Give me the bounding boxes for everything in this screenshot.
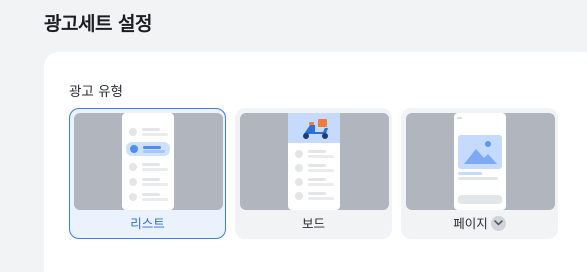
image-placeholder-icon	[457, 117, 502, 204]
page-preview	[406, 113, 555, 210]
list-row	[129, 192, 168, 202]
chevron-down-icon[interactable]	[490, 216, 506, 231]
list-row	[295, 149, 334, 159]
list-preview	[74, 113, 223, 210]
ad-type-section-label: 광고 유형	[69, 84, 123, 100]
ad-type-card-board[interactable]: 보드	[235, 108, 392, 239]
ad-type-label-wrapper: 페이지	[402, 213, 557, 232]
list-row	[129, 177, 168, 187]
board-preview	[240, 113, 389, 210]
list-row-highlighted	[126, 142, 170, 156]
ad-type-label: 페이지	[453, 216, 488, 231]
scooter-icon	[288, 113, 340, 143]
ad-type-card-page[interactable]: 페이지	[401, 108, 558, 239]
phone-mockup	[288, 113, 340, 210]
ad-type-label: 보드	[301, 216, 325, 231]
ad-type-card-list[interactable]: 리스트	[69, 108, 226, 239]
settings-panel: 광고 유형 리스트 보드 페이지	[44, 52, 587, 272]
ad-type-label: 리스트	[130, 216, 165, 231]
page-title: 광고세트 설정	[44, 13, 153, 35]
phone-mockup	[454, 113, 506, 210]
list-row	[295, 163, 334, 173]
phone-mockup	[122, 113, 174, 210]
list-row	[129, 162, 168, 172]
list-row	[295, 177, 334, 187]
list-row	[129, 127, 168, 137]
list-row	[295, 191, 334, 201]
